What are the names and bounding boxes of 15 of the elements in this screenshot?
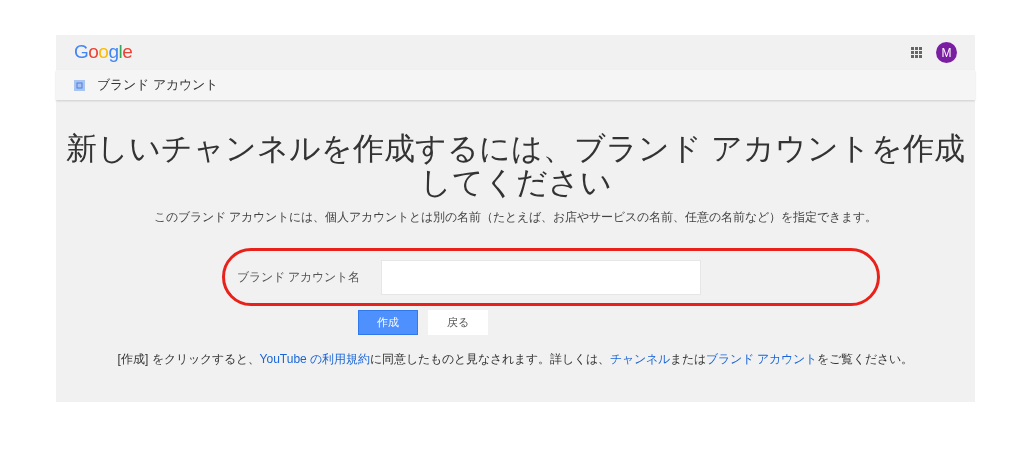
- brand-account-name-input[interactable]: [381, 259, 701, 295]
- text-link[interactable]: ブランド アカウント: [706, 352, 818, 366]
- brand-account-icon: [74, 79, 85, 91]
- create-button[interactable]: 作成: [358, 310, 418, 335]
- terms-text: [作成] をクリックすると、YouTube の利用規約に同意したものと見なされます。詳しくは、チャンネルまたはブランド アカウント をご覧ください。: [116, 351, 915, 368]
- back-button[interactable]: 戻る: [428, 310, 488, 335]
- apps-grid-icon[interactable]: [911, 47, 922, 58]
- page-heading: 新しいチャンネルを作成するには、ブランド アカウントを作成してください: [65, 132, 966, 200]
- google-logo[interactable]: Google: [74, 38, 133, 67]
- text-link[interactable]: YouTube の利用規約: [259, 352, 371, 366]
- description-text: このブランド アカウントには、個人アカウントとは別の名前（たとえば、お店やサービスの名前、任意の名前など）を指定できます。: [152, 209, 879, 226]
- subheader-title: ブランド アカウント: [97, 76, 218, 95]
- text-link[interactable]: チャンネル: [610, 352, 671, 366]
- field-label: ブランド アカウント名: [237, 269, 362, 286]
- account-avatar[interactable]: M: [936, 42, 957, 63]
